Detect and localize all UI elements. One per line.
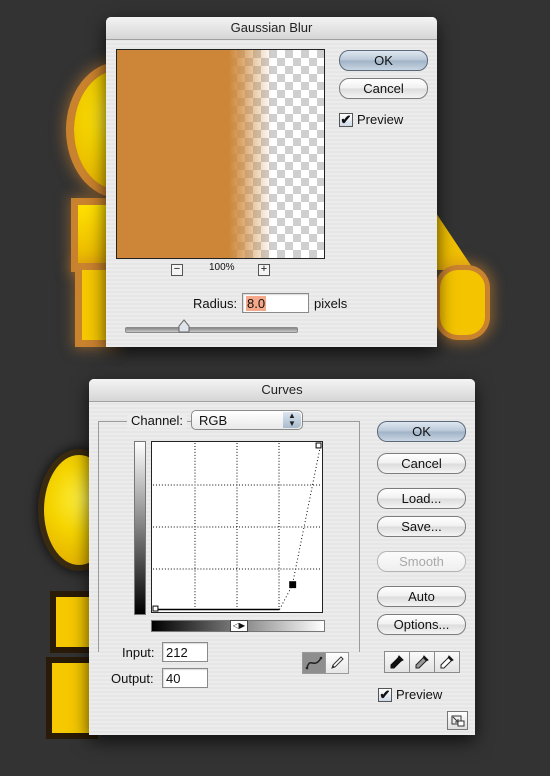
curve-segment <box>279 584 294 610</box>
expand-dialog-button[interactable] <box>447 711 468 730</box>
blur-preview-fill <box>117 50 272 258</box>
load-button[interactable]: Load... <box>377 488 466 509</box>
radius-label: Radius: <box>193 296 238 311</box>
gray-eyedropper-button[interactable] <box>409 651 435 673</box>
input-label: Input: <box>122 645 155 660</box>
blur-preview-image[interactable] <box>116 49 325 259</box>
radius-input[interactable]: 8.0 <box>242 293 309 313</box>
channel-label: Channel: <box>127 413 188 428</box>
cancel-button[interactable]: Cancel <box>377 453 466 474</box>
preview-checkbox[interactable]: ✔ <box>339 113 353 127</box>
output-gradient-bar <box>134 441 146 615</box>
smooth-button[interactable]: Smooth <box>377 551 466 572</box>
expand-icon <box>451 715 464 726</box>
curve-endpoint[interactable] <box>315 442 322 449</box>
pencil-icon <box>331 656 344 669</box>
radius-slider-thumb[interactable] <box>177 319 191 333</box>
pencil-tool-button[interactable] <box>325 652 349 674</box>
zoom-level: 100% <box>209 262 235 273</box>
preview-label: Preview <box>357 112 404 127</box>
ok-button[interactable]: OK <box>339 50 428 71</box>
eyedropper-white-icon <box>440 655 454 669</box>
white-eyedropper-button[interactable] <box>434 651 460 673</box>
zoom-out-button[interactable]: − <box>171 264 183 276</box>
radius-value: 8.0 <box>246 296 267 311</box>
ok-button[interactable]: OK <box>377 421 466 442</box>
channel-value: RGB <box>199 413 228 428</box>
zoom-in-button[interactable]: + <box>258 264 270 276</box>
input-field[interactable]: 212 <box>162 642 208 662</box>
output-field[interactable]: 40 <box>162 668 208 688</box>
preview-label: Preview <box>396 687 443 702</box>
curve-graph[interactable] <box>151 441 323 613</box>
curve-endpoint[interactable] <box>152 605 159 612</box>
save-button[interactable]: Save... <box>377 516 466 537</box>
background-logo-shape <box>52 663 92 733</box>
radius-unit: pixels <box>314 296 348 311</box>
select-arrows-icon: ▲ ▼ <box>283 412 301 428</box>
radius-slider-track[interactable] <box>125 327 298 333</box>
curve-tool-button[interactable] <box>302 652 326 674</box>
options-button[interactable]: Options... <box>377 614 466 635</box>
black-eyedropper-button[interactable] <box>384 651 410 673</box>
curve-segment <box>292 442 322 584</box>
background-logo-shape <box>434 210 474 270</box>
background-logo-shape <box>440 270 485 335</box>
auto-button[interactable]: Auto <box>377 586 466 607</box>
dialog-title: Curves <box>89 379 475 402</box>
output-label: Output: <box>111 671 154 686</box>
input-gradient-bar: ◁▶ <box>151 620 325 632</box>
eyedropper-gray-icon <box>415 655 429 669</box>
curve-tool-icon <box>305 656 323 670</box>
dialog-title: Gaussian Blur <box>106 17 437 40</box>
preview-checkbox[interactable]: ✔ <box>378 688 392 702</box>
gradient-toggle-button[interactable]: ◁▶ <box>230 620 248 632</box>
channel-select[interactable]: RGB ▲ ▼ <box>191 410 303 430</box>
curve-point-selected[interactable] <box>289 581 297 589</box>
cancel-button[interactable]: Cancel <box>339 78 428 99</box>
eyedropper-black-icon <box>390 655 404 669</box>
